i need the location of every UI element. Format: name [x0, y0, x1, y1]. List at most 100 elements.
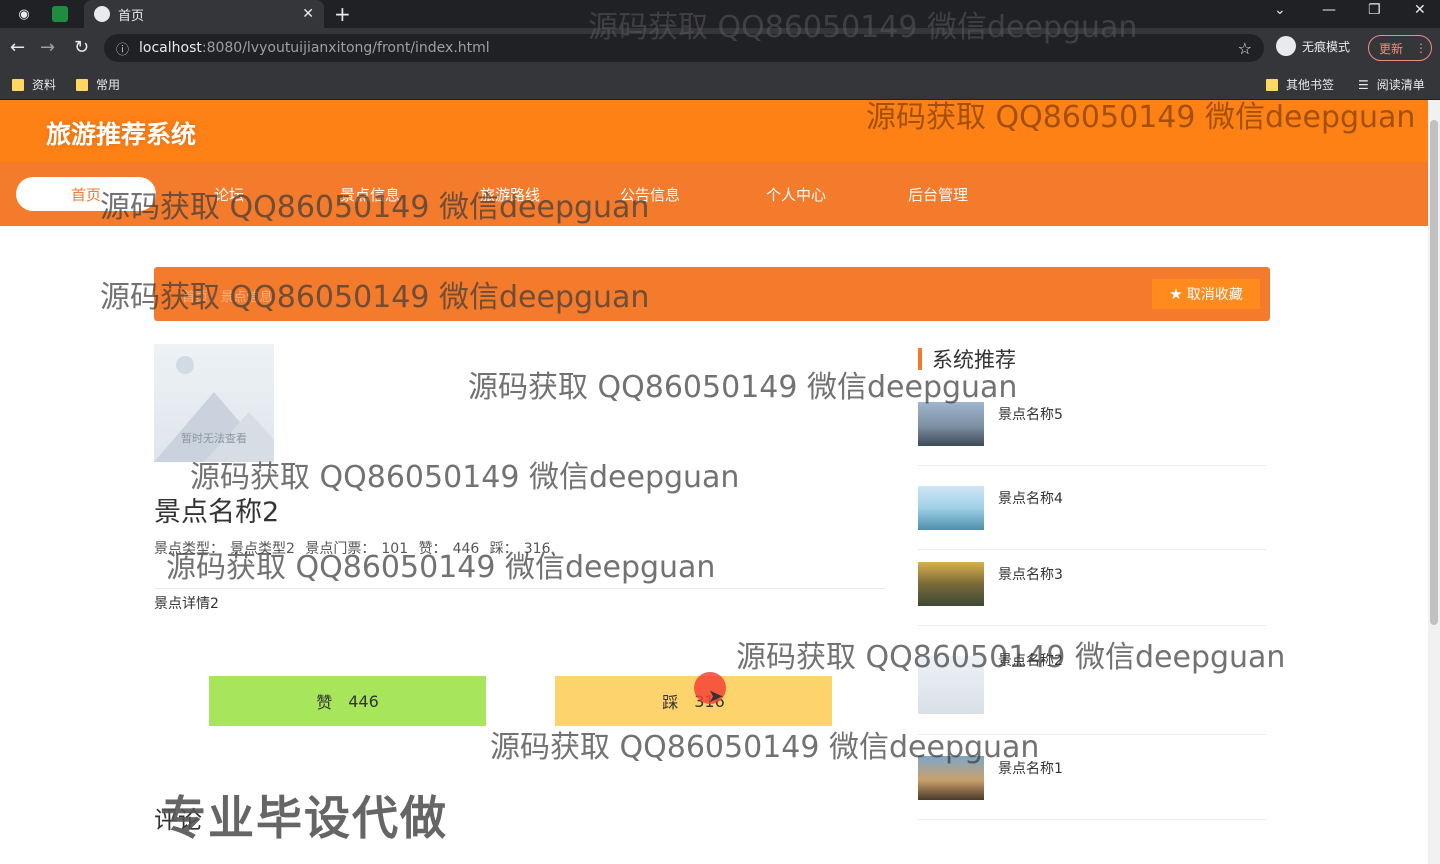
- meta-like-label: 赞：: [418, 541, 447, 557]
- recommend-thumbnail: [918, 656, 984, 714]
- other-bookmarks[interactable]: 其他书签: [1266, 76, 1334, 93]
- like-button[interactable]: 赞 446: [209, 676, 486, 726]
- bookmark-label: 其他书签: [1286, 78, 1335, 92]
- nav-item-routes[interactable]: 旅游路线: [480, 177, 540, 211]
- unfavorite-label: 取消收藏: [1186, 287, 1243, 303]
- recommend-thumbnail: [918, 756, 984, 800]
- star-icon: ★: [1169, 285, 1183, 303]
- recommend-name: 景点名称1: [998, 761, 1063, 777]
- breadcrumb-bar: 首页 / 景点信息 ★ 取消收藏: [154, 267, 1270, 321]
- minimize-icon[interactable]: —: [1322, 2, 1336, 18]
- meta-ticket-value: 101: [381, 541, 409, 557]
- update-button[interactable]: 更新 ⋮: [1368, 35, 1432, 61]
- tab-close-icon[interactable]: ✕: [302, 6, 314, 22]
- page-scrollbar[interactable]: [1428, 100, 1440, 864]
- main-nav: 首页 论坛 景点信息 旅游路线 公告信息 个人中心 后台管理: [0, 162, 1428, 226]
- folder-icon: [1266, 78, 1278, 91]
- back-icon[interactable]: ←: [10, 37, 25, 58]
- browser-globe-icon[interactable]: ◉: [14, 4, 34, 24]
- meta-ticket-label: 景点门票：: [305, 541, 376, 557]
- bookmark-label: 阅读清单: [1376, 78, 1425, 92]
- breadcrumb[interactable]: 首页 / 景点信息: [182, 286, 273, 305]
- like-count: 446: [348, 691, 379, 711]
- meta-type-label: 景点类型：: [154, 541, 224, 557]
- meta-dislike-value: 316: [523, 541, 551, 557]
- heading-accent-bar: [918, 348, 922, 370]
- dislike-label: 踩: [662, 693, 679, 712]
- image-placeholder-sun: [176, 356, 194, 374]
- incognito-label: 无痕模式: [1302, 39, 1351, 54]
- meta-like-value: 446: [452, 541, 480, 557]
- recommend-divider: [918, 465, 1266, 466]
- nav-item-home[interactable]: 首页: [16, 177, 156, 211]
- attraction-title: 景点名称2: [154, 497, 280, 528]
- pinned-tab-icon[interactable]: [52, 6, 68, 22]
- incognito-indicator[interactable]: 无痕模式: [1276, 36, 1350, 56]
- forward-icon[interactable]: →: [40, 37, 55, 58]
- mouse-cursor-icon: ➤: [708, 686, 724, 707]
- scrollbar-thumb[interactable]: [1430, 120, 1438, 625]
- url-path: :8080/lvyoutuijianxitong/front/index.htm…: [201, 40, 490, 56]
- attraction-image: 暂时无法查看: [154, 344, 274, 462]
- folder-icon: [12, 78, 24, 91]
- recommend-item[interactable]: 景点名称2: [918, 653, 1266, 735]
- bookmark-label: 资料: [32, 78, 57, 92]
- promo-overlay: 专业毕设代做: [160, 791, 448, 845]
- site-header: 旅游推荐系统: [0, 100, 1428, 162]
- recommend-thumbnail: [918, 562, 984, 606]
- recommend-thumbnail: [918, 402, 984, 446]
- recommend-title: 系统推荐: [932, 348, 1016, 372]
- recommend-heading: 系统推荐: [918, 344, 1016, 374]
- recommend-item[interactable]: 景点名称5: [918, 402, 1266, 466]
- recommend-divider: [918, 625, 1266, 626]
- reading-list-icon: ☰: [1358, 77, 1369, 92]
- browser-tab-active[interactable]: 首页 ✕: [84, 0, 324, 28]
- recommend-divider: [918, 734, 1266, 735]
- nav-item-admin[interactable]: 后台管理: [908, 177, 968, 211]
- recommend-item[interactable]: 景点名称3: [918, 562, 1266, 626]
- reload-icon[interactable]: ↻: [74, 37, 89, 58]
- url-host: localhost: [139, 40, 202, 56]
- new-tab-button[interactable]: +: [334, 2, 351, 26]
- browser-address-bar: ← → ↻ ⓘ localhost :8080/lvyoutuijianxito…: [0, 28, 1440, 68]
- recommend-item[interactable]: 景点名称1: [918, 756, 1266, 820]
- meta-dislike-label: 踩：: [489, 541, 518, 557]
- attraction-meta: 景点类型： 景点类型2 景点门票： 101 赞： 446 踩： 316: [154, 538, 556, 558]
- recommend-item[interactable]: 景点名称4: [918, 486, 1266, 550]
- bookmark-folder[interactable]: 资料: [12, 76, 56, 93]
- detail-divider: [154, 588, 886, 589]
- nav-item-profile[interactable]: 个人中心: [766, 177, 826, 211]
- browser-tab-bar: ◉ 首页 ✕ + ⌄ — ❐ ✕: [0, 0, 1440, 28]
- recommend-name: 景点名称2: [998, 653, 1063, 669]
- recommend-name: 景点名称5: [998, 407, 1063, 423]
- update-label: 更新: [1379, 41, 1404, 56]
- restore-icon[interactable]: ❐: [1368, 2, 1381, 18]
- bookmark-label: 常用: [96, 78, 121, 92]
- bookmarks-bar: 资料 常用 其他书签 ☰ 阅读清单: [0, 68, 1440, 100]
- folder-icon: [76, 78, 88, 91]
- nav-item-attractions[interactable]: 景点信息: [340, 177, 400, 211]
- nav-item-notices[interactable]: 公告信息: [620, 177, 680, 211]
- recommend-name: 景点名称3: [998, 567, 1063, 583]
- recommend-divider: [918, 549, 1266, 550]
- menu-dots-icon: ⋮: [1415, 41, 1428, 55]
- bookmark-star-icon[interactable]: ☆: [1238, 39, 1252, 58]
- unfavorite-button[interactable]: ★ 取消收藏: [1152, 279, 1260, 309]
- image-caption: 暂时无法查看: [181, 432, 247, 445]
- tab-search-icon[interactable]: ⌄: [1274, 2, 1286, 18]
- site-title[interactable]: 旅游推荐系统: [26, 109, 216, 157]
- nav-item-forum[interactable]: 论坛: [214, 177, 244, 211]
- site-info-icon[interactable]: ⓘ: [116, 39, 129, 58]
- bookmark-folder[interactable]: 常用: [76, 76, 120, 93]
- incognito-icon: [1276, 36, 1296, 56]
- tab-favicon-icon: [94, 6, 110, 22]
- reading-list[interactable]: ☰ 阅读清单: [1358, 76, 1425, 93]
- recommend-thumbnail: [918, 486, 984, 530]
- like-label: 赞: [316, 693, 333, 712]
- attraction-description: 景点详情2: [154, 596, 219, 612]
- recommend-divider: [918, 819, 1266, 820]
- tab-title: 首页: [118, 8, 145, 24]
- recommend-name: 景点名称4: [998, 491, 1063, 507]
- window-close-icon[interactable]: ✕: [1414, 2, 1426, 18]
- url-input[interactable]: ⓘ localhost :8080/lvyoutuijianxitong/fro…: [104, 34, 1264, 62]
